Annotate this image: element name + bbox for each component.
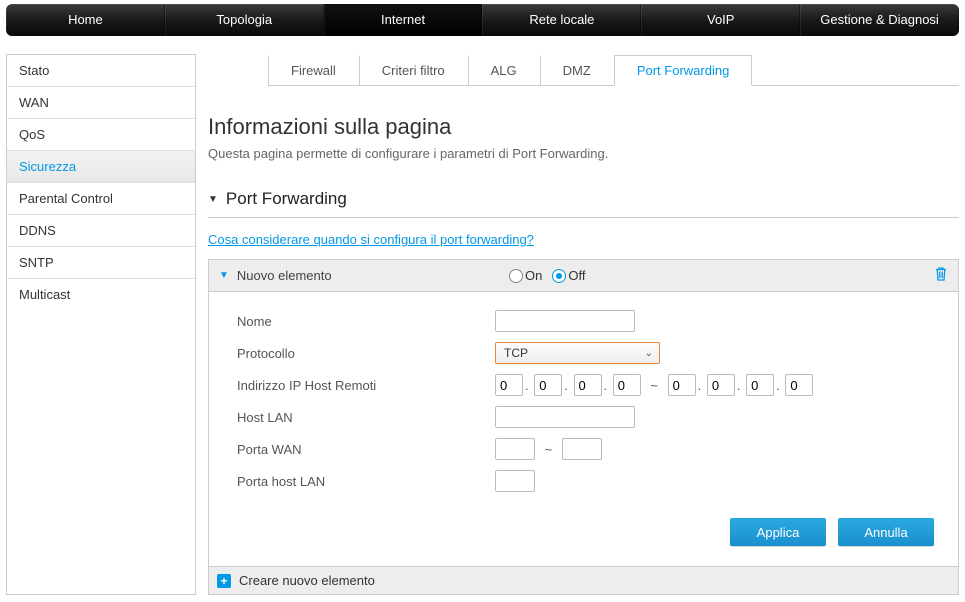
wan-port-label: Porta WAN [237,442,495,457]
sidebar-item-sicurezza[interactable]: Sicurezza [7,151,195,183]
content-area: Firewall Criteri filtro ALG DMZ Port For… [208,54,959,595]
help-link[interactable]: Cosa considerare quando si configura il … [208,232,534,247]
sidebar-item-qos[interactable]: QoS [7,119,195,151]
nav-internet[interactable]: Internet [324,4,483,36]
sidebar-item-parental-control[interactable]: Parental Control [7,183,195,215]
plus-icon: + [217,574,231,588]
name-label: Nome [237,314,495,329]
range-separator: ~ [545,442,553,457]
button-row: Applica Annulla [237,498,948,562]
radio-off[interactable]: Off [552,268,585,283]
chevron-down-icon: ⌄ [645,348,653,359]
remote-ip-to-1[interactable] [668,374,696,396]
subtab-firewall[interactable]: Firewall [268,55,359,86]
subtab-dmz[interactable]: DMZ [540,55,614,86]
form-body: Nome Protocollo TCP ⌄ Indirizzo I [209,292,958,566]
remote-ip-label: Indirizzo IP Host Remoti [237,378,495,393]
top-nav: Home Topologia Internet Rete locale VoIP… [6,4,959,36]
nav-home[interactable]: Home [6,4,165,36]
nav-rete-locale[interactable]: Rete locale [482,4,641,36]
remote-ip-from-1[interactable] [495,374,523,396]
create-new-row[interactable]: + Creare nuovo elemento [208,567,959,595]
panel-header: ▼ Nuovo elemento On Off [209,260,958,292]
protocol-label: Protocollo [237,346,495,361]
sidebar: Stato WAN QoS Sicurezza Parental Control… [6,54,196,595]
sidebar-item-multicast[interactable]: Multicast [7,279,195,310]
panel-title: Nuovo elemento [237,268,332,283]
cancel-button[interactable]: Annulla [838,518,934,546]
radio-off-label: Off [568,268,585,283]
lan-port-input[interactable] [495,470,535,492]
page-title: Informazioni sulla pagina [208,114,959,140]
radio-off-circle [552,269,566,283]
sidebar-item-wan[interactable]: WAN [7,87,195,119]
chevron-down-icon: ▼ [208,194,218,205]
lan-host-input[interactable] [495,406,635,428]
subtab-port-forwarding[interactable]: Port Forwarding [614,55,752,86]
lan-port-label: Porta host LAN [237,474,495,489]
remote-ip-to-2[interactable] [707,374,735,396]
accordion-title: Port Forwarding [226,189,347,209]
page-description: Questa pagina permette di configurare i … [208,146,959,161]
nav-topologia[interactable]: Topologia [165,4,324,36]
sidebar-item-sntp[interactable]: SNTP [7,247,195,279]
accordion-port-forwarding[interactable]: ▼ Port Forwarding [208,189,959,218]
remote-ip-from-3[interactable] [574,374,602,396]
protocol-value: TCP [504,346,528,360]
sidebar-item-stato[interactable]: Stato [7,55,195,87]
create-new-label: Creare nuovo elemento [239,573,375,588]
subtab-alg[interactable]: ALG [468,55,540,86]
trash-icon[interactable] [934,266,948,285]
apply-button[interactable]: Applica [730,518,826,546]
radio-on-circle [509,269,523,283]
collapse-icon[interactable]: ▼ [219,270,229,281]
remote-ip-from-4[interactable] [613,374,641,396]
enable-radio-group: On Off [509,268,593,283]
wan-port-to-input[interactable] [562,438,602,460]
range-separator: ~ [650,378,658,393]
radio-on[interactable]: On [509,268,542,283]
name-input[interactable] [495,310,635,332]
remote-ip-from-2[interactable] [534,374,562,396]
nav-gestione-diagnosi[interactable]: Gestione & Diagnosi [800,4,959,36]
radio-on-label: On [525,268,542,283]
protocol-select[interactable]: TCP ⌄ [495,342,660,364]
remote-ip-to-3[interactable] [746,374,774,396]
wan-port-from-input[interactable] [495,438,535,460]
nav-voip[interactable]: VoIP [641,4,800,36]
remote-ip-to-4[interactable] [785,374,813,396]
subtab-criteri-filtro[interactable]: Criteri filtro [359,55,468,86]
subtabs: Firewall Criteri filtro ALG DMZ Port For… [268,54,959,86]
lan-host-label: Host LAN [237,410,495,425]
sidebar-item-ddns[interactable]: DDNS [7,215,195,247]
new-item-panel: ▼ Nuovo elemento On Off [208,259,959,567]
